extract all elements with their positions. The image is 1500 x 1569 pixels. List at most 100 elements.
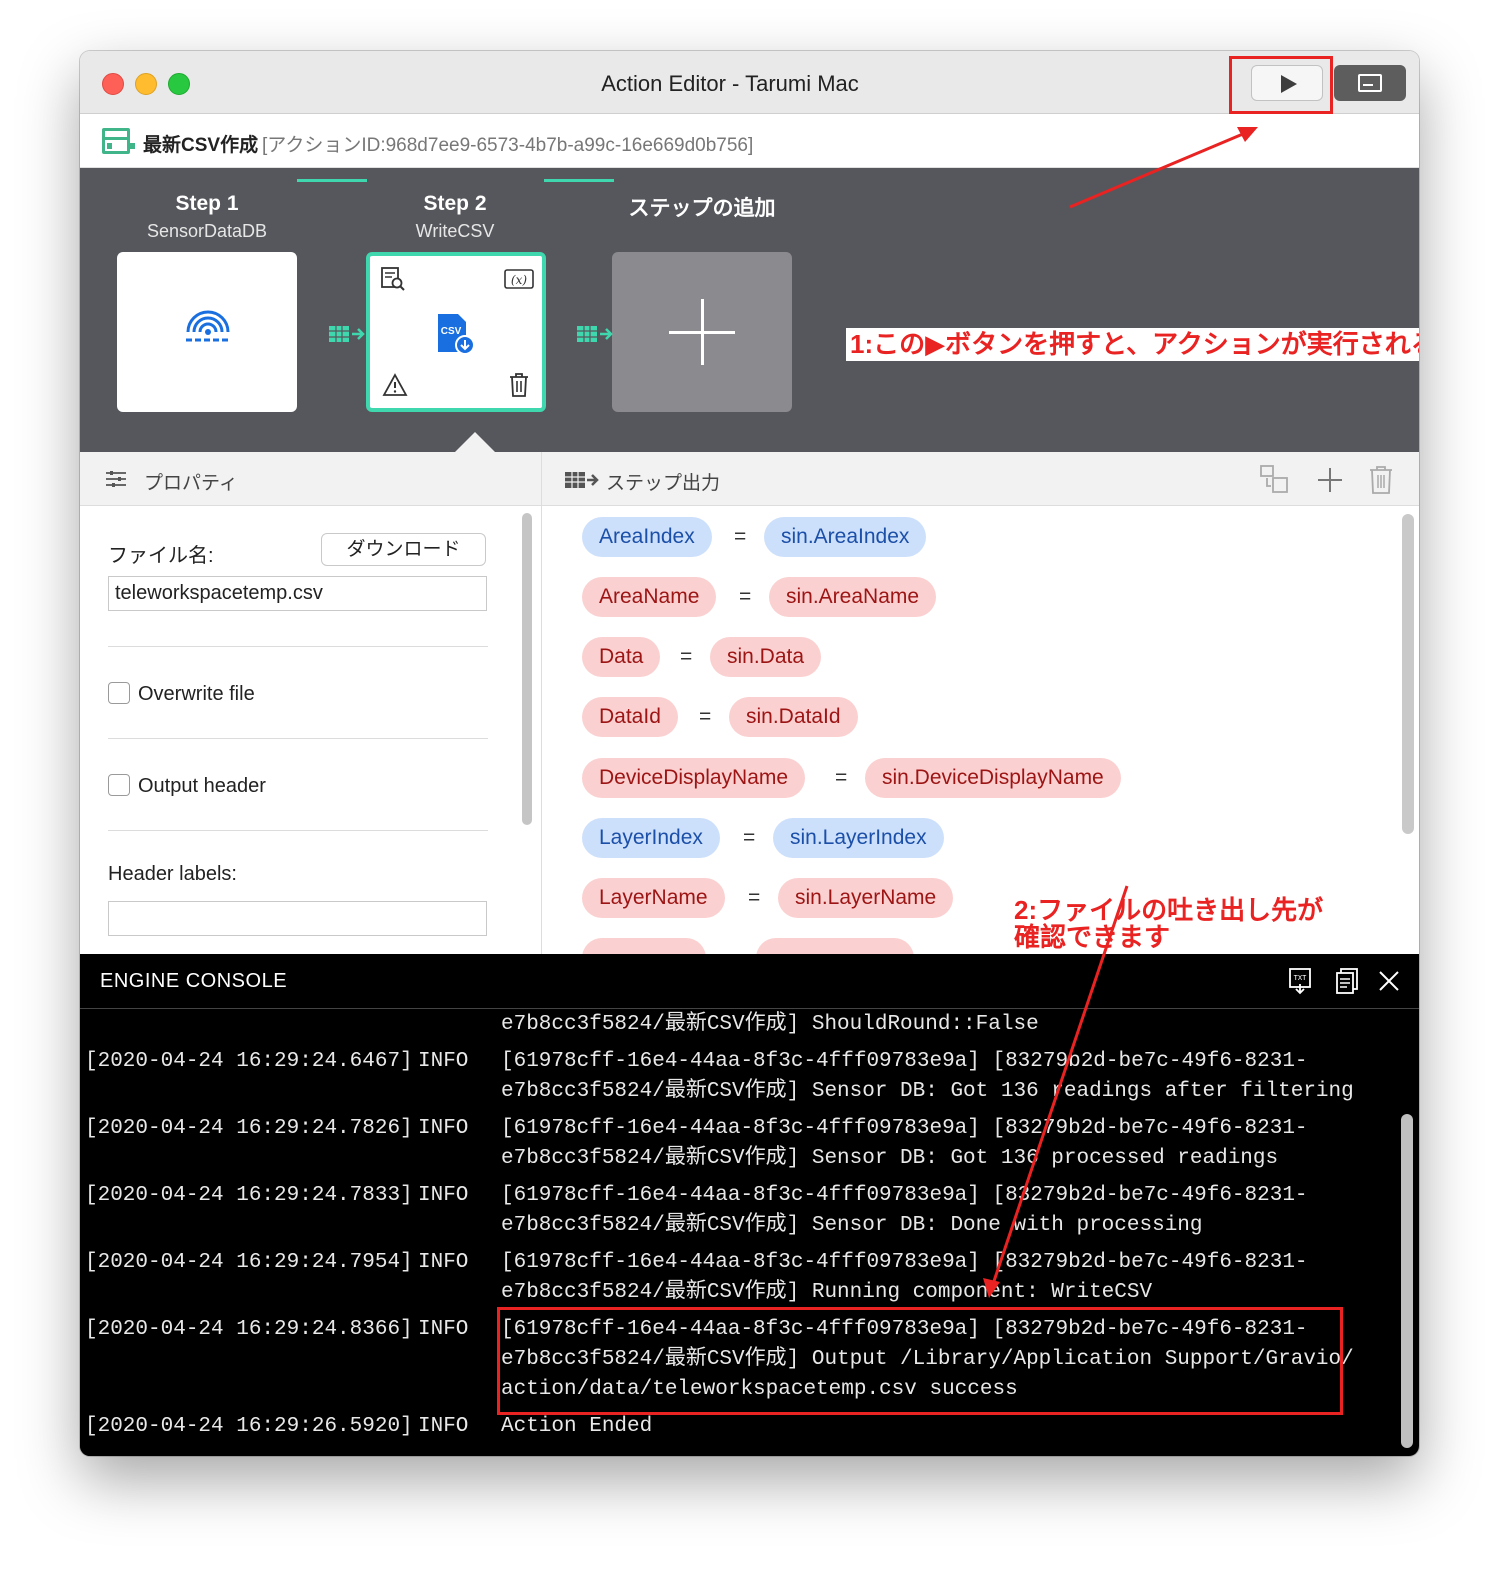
output-header-label: Output header <box>138 775 266 797</box>
action-editor-window: Action Editor - Tarumi Mac 最新CSV作成 [アクショ… <box>80 51 1419 1456</box>
equals-sign: = <box>739 585 752 608</box>
log-level: INFO <box>418 1415 469 1438</box>
log-level: INFO <box>418 1318 469 1341</box>
output-value-pill[interactable]: sin.DeviceDisplayName <box>865 758 1121 798</box>
run-button-highlight <box>1229 56 1333 114</box>
properties-header: プロパティ <box>80 452 542 506</box>
properties-scrollbar[interactable] <box>522 513 532 825</box>
output-name-pill[interactable]: LayerName <box>582 878 725 918</box>
download-button[interactable]: ダウンロード <box>321 533 486 566</box>
output-value-pill[interactable]: sin.LayerName <box>778 878 954 918</box>
trash-icon[interactable] <box>507 372 531 398</box>
output-value-pill[interactable] <box>756 938 914 954</box>
svg-text:CSV: CSV <box>441 326 462 337</box>
output-annotation: 2:ファイルの吐き出し先が 確認できます <box>1014 897 1323 951</box>
overwrite-label: Overwrite file <box>138 683 255 705</box>
console-icon <box>1358 74 1382 92</box>
equals-sign: = <box>734 525 747 548</box>
step-connector-2 <box>544 179 614 182</box>
copy-log-icon[interactable] <box>1335 967 1359 995</box>
log-text: Action Ended <box>501 1415 653 1438</box>
log-timestamp: [2020-04-24 16:29:24.7826] <box>85 1117 413 1140</box>
close-console-icon[interactable] <box>1378 970 1400 992</box>
action-id: [アクションID:968d7ee9-6573-4b7b-a99c-16e669d… <box>262 135 754 156</box>
output-name-pill[interactable]: Data <box>582 637 661 677</box>
output-header-checkbox[interactable] <box>108 774 130 796</box>
log-timestamp: [2020-04-24 16:29:24.8366] <box>85 1318 413 1341</box>
output-name-pill[interactable]: AreaName <box>582 577 717 617</box>
window-title: Action Editor - Tarumi Mac <box>601 71 859 96</box>
console-toggle-button[interactable] <box>1334 65 1406 101</box>
engine-console: ENGINE CONSOLE TXT e7b8cc3f5824/最新CSV作成]… <box>80 954 1419 1456</box>
mapping-icon[interactable] <box>1259 464 1293 496</box>
svg-text:TXT: TXT <box>1294 974 1307 982</box>
output-name-pill[interactable] <box>582 938 706 954</box>
output-value-pill[interactable]: sin.AreaIndex <box>764 517 927 557</box>
step2-component: WriteCSV <box>415 221 495 241</box>
overwrite-checkbox[interactable] <box>108 682 130 704</box>
export-log-icon[interactable]: TXT <box>1288 967 1314 995</box>
output-annotation-line1: 2:ファイルの吐き出し先が <box>1014 895 1324 925</box>
log-text: e7b8cc3f5824/最新CSV作成] Sensor DB: Done wi… <box>501 1214 1203 1237</box>
equals-sign: = <box>699 705 712 728</box>
step1-title: Step 1 <box>175 192 239 215</box>
inspect-icon[interactable] <box>380 266 406 292</box>
add-output-icon[interactable] <box>1316 466 1344 494</box>
step-flow-area: Step 1 SensorDataDB Step 2 WriteCSV ステップ… <box>80 168 1419 454</box>
delete-output-icon[interactable] <box>1368 465 1394 495</box>
equals-sign: = <box>743 826 756 849</box>
step1-card[interactable] <box>117 252 297 412</box>
log-text: [61978cff-16e4-44aa-8f3c-4fff09783e9a] [… <box>501 1117 1308 1140</box>
output-scrollbar[interactable] <box>1402 514 1414 834</box>
console-title: ENGINE CONSOLE <box>100 970 288 992</box>
log-timestamp: [2020-04-24 16:29:24.7833] <box>85 1184 413 1207</box>
step2-card[interactable]: (x) CSV <box>366 252 546 412</box>
action-icon <box>102 128 135 154</box>
log-timestamp: [2020-04-24 16:29:26.5920] <box>85 1415 413 1438</box>
equals-sign: = <box>835 766 848 789</box>
equals-sign: = <box>680 645 693 668</box>
csv-file-icon: CSV <box>438 314 475 355</box>
header-labels-label: Header labels: <box>108 863 237 885</box>
step-connector-1 <box>297 179 367 182</box>
log-timestamp: [2020-04-24 16:29:24.7954] <box>85 1251 413 1274</box>
output-name-pill[interactable]: LayerIndex <box>582 818 720 858</box>
log-text: e7b8cc3f5824/最新CSV作成] Sensor DB: Got 136… <box>501 1080 1354 1103</box>
output-name-pill[interactable]: DataId <box>582 697 678 737</box>
action-name: 最新CSV作成 <box>143 135 259 156</box>
log-text: e7b8cc3f5824/最新CSV作成] Running component:… <box>501 1281 1153 1304</box>
add-step-button[interactable] <box>612 252 792 412</box>
log-text: [61978cff-16e4-44aa-8f3c-4fff09783e9a] [… <box>501 1050 1308 1073</box>
header-labels-input[interactable] <box>108 901 487 936</box>
output-value-pill[interactable]: sin.Data <box>710 637 822 677</box>
step2-title: Step 2 <box>423 192 487 215</box>
properties-panel: ファイル名: ダウンロード teleworkspacetemp.csv Over… <box>80 506 542 954</box>
filename-input[interactable]: teleworkspacetemp.csv <box>108 576 487 611</box>
variable-icon[interactable]: (x) <box>504 268 534 290</box>
output-value-pill[interactable]: sin.LayerIndex <box>773 818 944 858</box>
action-info-bar: 最新CSV作成 [アクションID:968d7ee9-6573-4b7b-a99c… <box>80 114 1419 168</box>
log-level: INFO <box>418 1117 469 1140</box>
output-name-pill[interactable]: AreaIndex <box>582 517 712 557</box>
output-value-pill[interactable]: sin.DataId <box>729 697 858 737</box>
properties-title: プロパティ <box>144 473 238 494</box>
log-text: [61978cff-16e4-44aa-8f3c-4fff09783e9a] [… <box>501 1251 1308 1274</box>
log-level: INFO <box>418 1251 469 1274</box>
log-text: e7b8cc3f5824/最新CSV作成] ShouldRound::False <box>501 1013 1039 1036</box>
add-step-title: ステップの追加 <box>628 197 776 220</box>
sensor-wifi-icon <box>186 310 230 342</box>
log-text: e7b8cc3f5824/最新CSV作成] Sensor DB: Got 136… <box>501 1147 1279 1170</box>
output-value-pill[interactable]: sin.AreaName <box>769 577 937 617</box>
log-level: INFO <box>418 1050 469 1073</box>
warning-icon <box>382 373 408 396</box>
output-name-pill[interactable]: DeviceDisplayName <box>582 758 806 798</box>
data-flow-icon-1 <box>329 326 365 342</box>
output-annotation-line2: 確認できます <box>1014 922 1171 952</box>
divider <box>108 646 488 647</box>
log-level: INFO <box>418 1184 469 1207</box>
equals-sign: = <box>748 886 761 909</box>
step-output-title: ステップ出力 <box>606 473 721 494</box>
console-scrollbar[interactable] <box>1401 1114 1413 1448</box>
title-bar: Action Editor - Tarumi Mac <box>80 51 1419 114</box>
selected-step-pointer <box>453 432 497 454</box>
